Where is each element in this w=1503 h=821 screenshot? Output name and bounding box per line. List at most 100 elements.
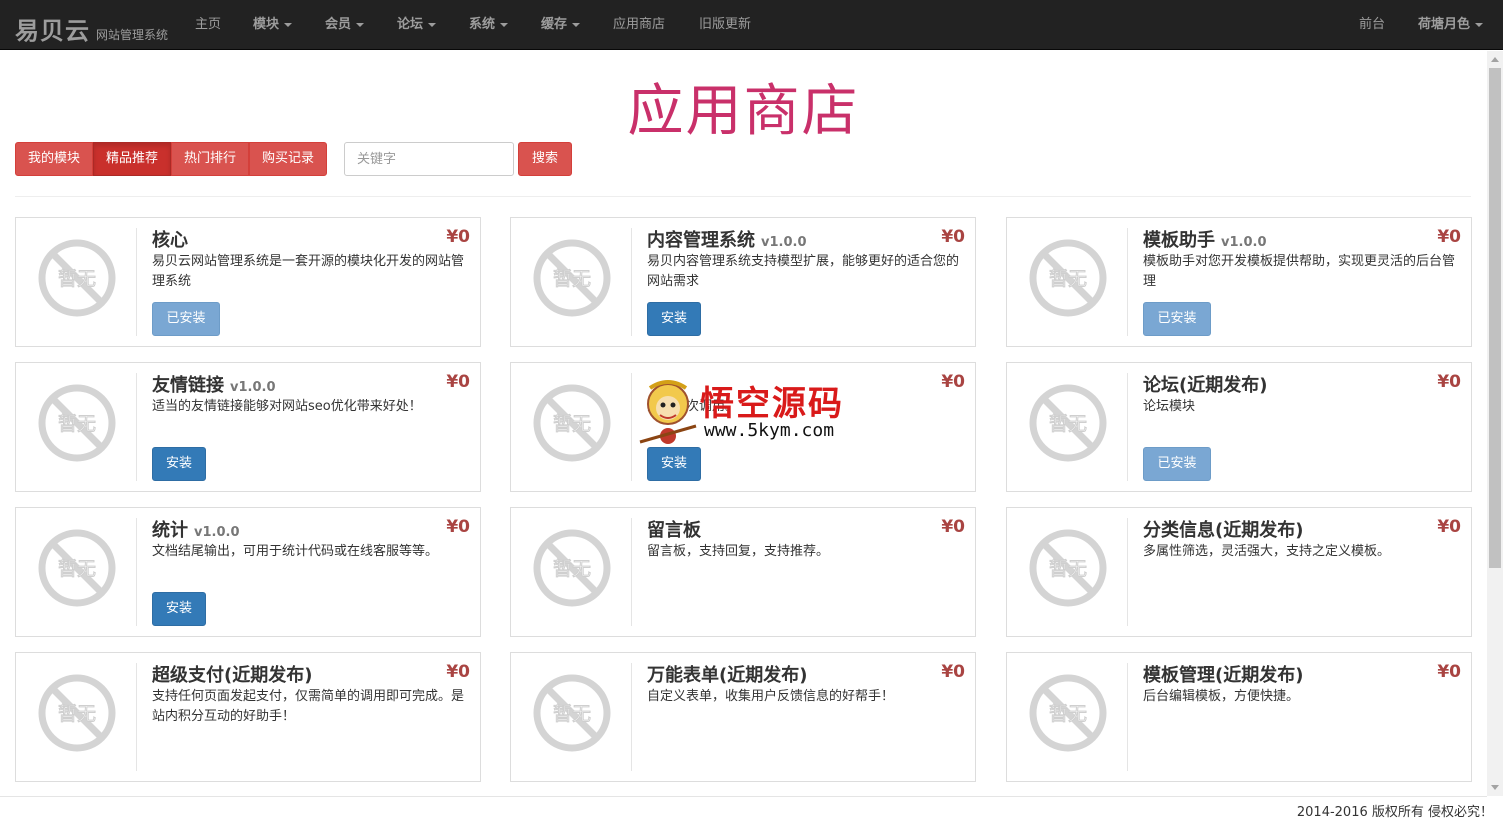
nav-members-label: 会员: [325, 17, 352, 32]
install-button[interactable]: 安装: [152, 592, 206, 626]
placeholder-text: 暂无: [58, 413, 96, 435]
nav-home[interactable]: 主页: [195, 0, 221, 50]
app-card: 暂无 留言板 ¥0 留言板，支持回复，支持推荐。: [510, 507, 976, 637]
app-card: 暂无 论坛(近期发布) ¥0 论坛模块 已安装: [1006, 362, 1472, 492]
nav-system[interactable]: 系统: [469, 0, 509, 50]
copyright-footer: 2014-2016 版权所有 侵权必究！: [1296, 805, 1493, 820]
nav-system-label: 系统: [469, 17, 496, 32]
app-price: ¥0: [446, 517, 470, 537]
nav-frontend[interactable]: 前台: [1359, 0, 1385, 50]
app-price: ¥0: [941, 662, 965, 682]
filter-button-group: 我的模块 精品推荐 热门排行 购买记录: [15, 142, 328, 176]
search-input[interactable]: [344, 142, 514, 176]
watermark-text: 悟空源码: [700, 384, 844, 424]
no-image-placeholder-icon: 暂无: [38, 529, 116, 607]
app-title: 分类信息(近期发布): [1143, 516, 1303, 542]
card-divider: [631, 518, 632, 626]
app-card: 暂无 统计 v1.0.0 ¥0 文档结尾输出，可用于统计代码或在线客服等等。 安装: [15, 507, 481, 637]
nav-legacy-update[interactable]: 旧版更新: [699, 0, 751, 50]
chevron-down-icon: [284, 22, 293, 27]
no-image-placeholder-icon: 暂无: [1029, 384, 1107, 462]
nav-modules-label: 模块: [253, 17, 280, 32]
app-card: 暂无 友情链接 v1.0.0 ¥0 适当的友情链接能够对网站seo优化带来好处！ 安装: [15, 362, 481, 492]
purchase-history-button[interactable]: 购买记录: [249, 142, 328, 176]
app-price: ¥0: [1437, 662, 1461, 682]
app-name: 万能表单(近期发布): [647, 665, 808, 686]
placeholder-text: 暂无: [1049, 413, 1087, 435]
install-button[interactable]: 安装: [152, 447, 206, 481]
app-title: 模板助手 v1.0.0: [1143, 226, 1267, 252]
placeholder-text: 暂无: [553, 413, 591, 435]
card-divider: [1127, 228, 1128, 336]
no-image-placeholder-icon: 暂无: [1029, 239, 1107, 317]
app-price: ¥0: [446, 227, 470, 247]
brand-logo[interactable]: 易贝云 网站管理系统: [15, 11, 168, 46]
app-title: 论坛(近期发布): [1143, 371, 1267, 397]
app-title: 核心: [152, 226, 188, 252]
app-description: 后台编辑模板，方便快捷。: [1143, 689, 1300, 704]
placeholder-text: 暂无: [1049, 703, 1087, 725]
app-title: 留言板: [647, 516, 701, 542]
app-card: 暂无 核心 ¥0 易贝云网站管理系统是一套开源的模块化开发的网站管理系统 已安装: [15, 217, 481, 347]
app-description: 自定义表单，收集用户反馈信息的好帮手！: [647, 689, 895, 704]
installed-button[interactable]: 已安装: [1143, 447, 1211, 481]
card-divider: [631, 373, 632, 481]
chevron-down-icon: [428, 22, 437, 27]
nav-cache[interactable]: 缓存: [541, 0, 581, 50]
no-image-placeholder-icon: 暂无: [1029, 529, 1107, 607]
app-title: 万能表单(近期发布): [647, 661, 807, 687]
app-title: 超级支付(近期发布): [152, 661, 312, 687]
watermark: 悟空源码 www.5kym.com: [638, 374, 868, 446]
scrollbar-thumb[interactable]: [1489, 68, 1501, 568]
app-description: 文档结尾输出，可用于统计代码或在线客服等等。: [152, 544, 439, 559]
placeholder-text: 暂无: [58, 703, 96, 725]
scroll-up-icon[interactable]: [1491, 57, 1499, 62]
installed-button[interactable]: 已安装: [1143, 302, 1211, 336]
app-name: 模板管理(近期发布): [1143, 665, 1304, 686]
my-modules-button[interactable]: 我的模块: [15, 142, 94, 176]
app-name: 论坛(近期发布): [1143, 375, 1268, 396]
chevron-down-icon: [1475, 22, 1484, 27]
nav-forum-label: 论坛: [397, 17, 424, 32]
search-button[interactable]: 搜索: [518, 142, 572, 176]
scroll-down-icon[interactable]: [1491, 785, 1499, 790]
card-divider: [1127, 518, 1128, 626]
featured-button[interactable]: 精品推荐: [93, 142, 172, 176]
no-image-placeholder-icon: 暂无: [533, 674, 611, 752]
app-name: 留言板: [647, 520, 701, 541]
app-price: ¥0: [446, 662, 470, 682]
nav-forum[interactable]: 论坛: [397, 0, 437, 50]
monkey-logo-icon: [639, 380, 697, 444]
installed-button[interactable]: 已安装: [152, 302, 220, 336]
install-button[interactable]: 安装: [647, 302, 701, 336]
app-price: ¥0: [941, 517, 965, 537]
app-price: ¥0: [1437, 372, 1461, 392]
nav-members[interactable]: 会员: [325, 0, 365, 50]
app-name: 模板助手: [1143, 230, 1215, 251]
nav-user-menu[interactable]: 荷塘月色: [1418, 0, 1484, 50]
nav-app-store[interactable]: 应用商店: [613, 0, 665, 50]
brand-subtitle: 网站管理系统: [96, 28, 169, 42]
user-name: 荷塘月色: [1418, 17, 1471, 32]
chevron-down-icon: [356, 22, 365, 27]
card-divider: [136, 663, 137, 771]
placeholder-text: 暂无: [1049, 558, 1087, 580]
app-description: 易贝内容管理系统支持模型扩展，能够更好的适合您的网站需求: [647, 254, 960, 289]
app-version: v1.0.0: [230, 380, 276, 395]
app-description: 多属性筛选，灵活强大，支持之定义模板。: [1143, 544, 1391, 559]
nav-modules[interactable]: 模块: [253, 0, 293, 50]
app-card: 暂无 模板管理(近期发布) ¥0 后台编辑模板，方便快捷。: [1006, 652, 1472, 782]
app-card: 暂无 万能表单(近期发布) ¥0 自定义表单，收集用户反馈信息的好帮手！: [510, 652, 976, 782]
no-image-placeholder-icon: 暂无: [533, 239, 611, 317]
card-divider: [136, 518, 137, 626]
install-button[interactable]: 安装: [647, 447, 701, 481]
app-name: 超级支付(近期发布): [152, 665, 313, 686]
app-version: v1.0.0: [194, 525, 240, 540]
placeholder-text: 暂无: [553, 268, 591, 290]
card-divider: [631, 663, 632, 771]
placeholder-text: 暂无: [553, 558, 591, 580]
app-version: v1.0.0: [1221, 235, 1267, 250]
app-description: 易贝云网站管理系统是一套开源的模块化开发的网站管理系统: [152, 254, 465, 289]
popular-button[interactable]: 热门排行: [171, 142, 250, 176]
page-title: 应用商店: [627, 79, 860, 144]
